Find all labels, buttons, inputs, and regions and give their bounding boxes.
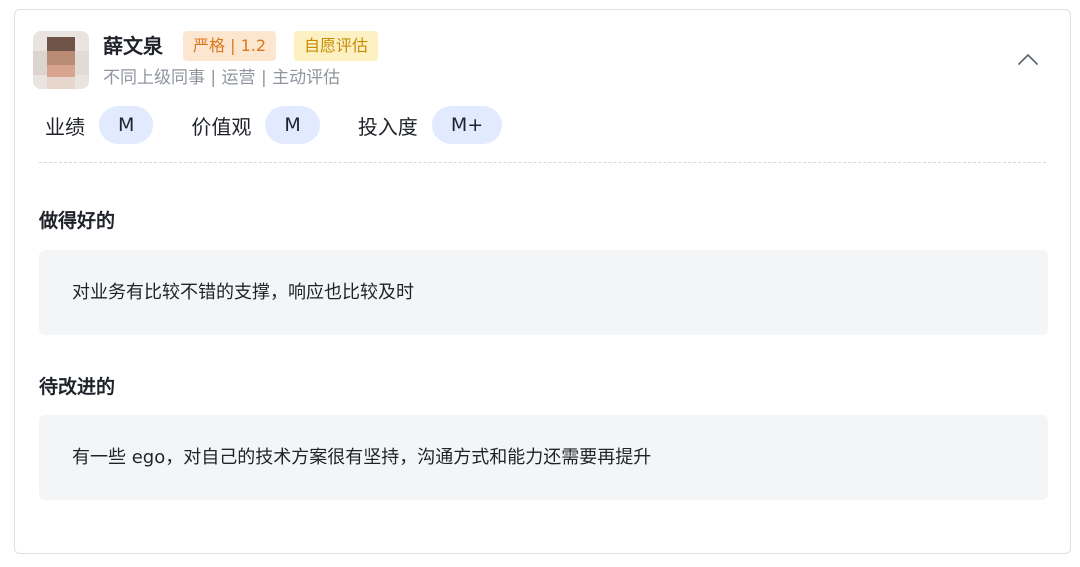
chevron-up-icon bbox=[1018, 54, 1038, 65]
avatar bbox=[33, 31, 89, 89]
section-title-strengths: 做得好的 bbox=[39, 210, 116, 232]
rating-label-performance: 业绩 bbox=[45, 114, 85, 139]
reviewer-name: 薛文泉 bbox=[103, 34, 163, 58]
collapse-button[interactable] bbox=[1016, 48, 1040, 72]
section-content-improvements: 有一些 ego，对自己的技术方案很有坚持，沟通方式和能力还需要再提升 bbox=[39, 415, 1048, 500]
rating-label-values: 价值观 bbox=[191, 114, 252, 139]
ratings-row: 业绩 M 价值观 M 投入度 M+ bbox=[45, 106, 540, 144]
rating-value-values: M bbox=[265, 106, 320, 144]
dashed-divider bbox=[39, 162, 1046, 163]
volunteer-badge: 自愿评估 bbox=[294, 31, 379, 61]
reviewer-relation-info: 不同上级同事 | 运营 | 主动评估 bbox=[103, 68, 341, 88]
rating-value-engagement: M+ bbox=[431, 106, 503, 144]
section-content-strengths: 对业务有比较不错的支撑，响应也比较及时 bbox=[39, 250, 1048, 335]
rating-value-performance: M bbox=[99, 106, 154, 144]
strictness-badge: 严格 | 1.2 bbox=[183, 31, 277, 61]
section-title-improvements: 待改进的 bbox=[39, 376, 116, 398]
rating-label-engagement: 投入度 bbox=[357, 114, 418, 139]
review-card: 薛文泉 严格 | 1.2 自愿评估 不同上级同事 | 运营 | 主动评估 业绩 … bbox=[14, 9, 1071, 554]
